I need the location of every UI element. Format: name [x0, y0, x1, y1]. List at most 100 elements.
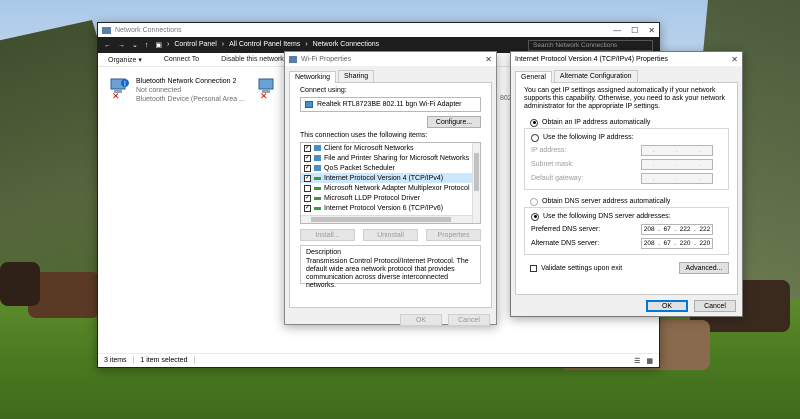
checkbox[interactable] [304, 184, 311, 192]
connection-status: Not connected [136, 87, 182, 94]
large-icons-view-icon[interactable]: ▦ [646, 357, 653, 365]
bluetooth-network-icon: ᛒ ✕ [108, 77, 130, 102]
default-gateway-input[interactable]: ... [641, 172, 713, 184]
intro-text: You can get IP settings assigned automat… [524, 87, 726, 110]
list-item[interactable]: ✕ [256, 77, 278, 102]
list-item[interactable]: ✓ Internet Protocol Version 6 (TCP/IPv6) [301, 203, 480, 213]
breadcrumb[interactable]: ▣ › Control Panel › All Control Panel It… [155, 41, 379, 49]
obtain-dns-option[interactable]: Obtain DNS server address automatically [530, 196, 729, 207]
connect-using-label: Connect using: [300, 87, 347, 94]
ok-button[interactable]: OK [400, 314, 442, 326]
general-panel: You can get IP settings assigned automat… [515, 82, 738, 295]
maximize-icon[interactable]: ☐ [631, 26, 638, 35]
cancel-button[interactable]: Cancel [694, 300, 736, 312]
list-item[interactable]: ✓ QoS Packet Scheduler [301, 163, 480, 173]
minimize-icon[interactable]: — [613, 26, 621, 35]
description-title: Description [306, 249, 342, 256]
protocol-icon [314, 176, 321, 180]
obtain-ip-option[interactable]: Obtain an IP address automatically [530, 117, 729, 128]
radio-button[interactable] [530, 197, 538, 206]
configure-button[interactable]: Configure... [427, 116, 481, 128]
install-button[interactable]: Install... [300, 229, 355, 241]
selection-count: 1 item selected [140, 357, 188, 364]
vertical-scrollbar[interactable] [472, 143, 480, 223]
tab-alternate-configuration[interactable]: Alternate Configuration [553, 70, 638, 82]
components-list: ✓ Client for Microsoft Networks ✓ File and… [300, 142, 481, 224]
title-bar: Internet Protocol Version 4 (TCP/IPv4) P… [511, 52, 742, 66]
checkbox[interactable]: ✓ [304, 154, 311, 162]
items-label: This connection uses the following items… [300, 132, 428, 139]
back-arrow-icon[interactable]: ← [104, 42, 111, 49]
recent-chevron-icon[interactable]: ⌄ [132, 41, 138, 49]
ip-address-input[interactable]: ... [641, 144, 713, 156]
tab-strip: General Alternate Configuration [511, 66, 742, 83]
dialog-title: Internet Protocol Version 4 (TCP/IPv4) P… [515, 55, 668, 63]
tab-general[interactable]: General [515, 71, 552, 83]
list-item[interactable]: ✓ Internet Protocol Version 4 (TCP/IPv4) [301, 173, 480, 183]
folder-icon: ▣ [155, 42, 162, 49]
properties-button[interactable]: Properties [426, 229, 481, 241]
close-icon[interactable]: ✕ [648, 26, 655, 35]
list-item[interactable]: ✓ File and Printer Sharing for Microsoft … [301, 153, 480, 163]
default-gateway-label: Default gateway: [531, 174, 584, 182]
validate-option[interactable]: Validate settings upon exit [530, 263, 622, 274]
close-icon[interactable]: ✕ [731, 55, 738, 64]
alternate-dns-input[interactable]: 208. 67. 220. 220 [641, 237, 713, 249]
list-item[interactable]: ᛒ ✕ Bluetooth Network Connection 2 Not c… [108, 77, 245, 104]
title-bar: Network Connections — ☐ ✕ [98, 23, 659, 37]
svg-text:✕: ✕ [112, 92, 120, 99]
protocol-icon [314, 206, 321, 210]
alternate-dns-label: Alternate DNS server: [531, 239, 600, 247]
checkbox[interactable]: ✓ [304, 174, 311, 182]
details-view-icon[interactable]: ☰ [634, 357, 640, 365]
connection-device: Bluetooth Device (Personal Area ... [136, 96, 245, 103]
wifi-properties-dialog: Wi-Fi Properties ✕ Networking Sharing Co… [284, 51, 497, 326]
radio-button[interactable] [531, 212, 539, 221]
ip-address-group: Use the following IP address: IP address… [524, 128, 729, 190]
svg-text:ᛒ: ᛒ [123, 81, 127, 88]
subnet-mask-input[interactable]: ... [641, 158, 713, 170]
item-count: 3 items [104, 357, 127, 364]
disable-network-button[interactable]: Disable this network d [221, 56, 289, 63]
tab-networking[interactable]: Networking [289, 71, 337, 83]
checkbox[interactable]: ✓ [304, 144, 311, 152]
ok-button[interactable]: OK [646, 300, 688, 312]
horizontal-scrollbar[interactable] [301, 215, 472, 223]
list-item[interactable]: Microsoft Network Adapter Multiplexor Pr… [301, 183, 480, 193]
protocol-icon [314, 196, 321, 200]
checkbox[interactable]: ✓ [304, 204, 311, 212]
cow-image [0, 262, 40, 306]
radio-button[interactable] [531, 133, 539, 142]
checkbox[interactable]: ✓ [304, 194, 311, 202]
search-input[interactable]: Search Network Connections [528, 39, 653, 51]
organize-menu[interactable]: Organize ▾ [108, 56, 142, 64]
checkbox[interactable]: ✓ [304, 164, 311, 172]
breadcrumb-item[interactable]: Network Connections [313, 41, 380, 49]
forward-arrow-icon[interactable]: → [118, 42, 125, 49]
adapter-field: Realtek RTL8723BE 802.11 bgn Wi-Fi Adapt… [300, 97, 481, 112]
svg-text:✕: ✕ [260, 92, 268, 99]
service-icon [314, 155, 321, 161]
validate-checkbox[interactable] [530, 264, 537, 272]
use-ip-option[interactable]: Use the following IP address: [531, 132, 722, 143]
dialog-title: Wi-Fi Properties [301, 55, 352, 63]
tab-sharing[interactable]: Sharing [338, 70, 375, 82]
breadcrumb-item[interactable]: All Control Panel Items [229, 41, 300, 49]
use-dns-option[interactable]: Use the following DNS server addresses: [531, 211, 722, 222]
description-box: Description Transmission Control Protoco… [300, 245, 481, 289]
advanced-button[interactable]: Advanced... [679, 262, 729, 274]
networking-panel: Connect using: Realtek RTL8723BE 802.11 … [289, 82, 492, 308]
wifi-icon [289, 55, 297, 63]
uninstall-button[interactable]: Uninstall [363, 229, 418, 241]
preferred-dns-input[interactable]: 208. 67. 222. 222 [641, 223, 713, 235]
radio-button[interactable] [530, 118, 538, 127]
tab-strip: Networking Sharing [285, 66, 496, 83]
list-item[interactable]: ✓ Client for Microsoft Networks [301, 143, 480, 153]
connect-to-button[interactable]: Connect To [164, 56, 199, 63]
cancel-button[interactable]: Cancel [448, 314, 490, 326]
up-arrow-icon[interactable]: ↑ [145, 42, 149, 49]
list-item[interactable]: ✓ Microsoft LLDP Protocol Driver [301, 193, 480, 203]
close-icon[interactable]: ✕ [485, 55, 492, 64]
breadcrumb-item[interactable]: Control Panel [174, 41, 216, 49]
preferred-dns-label: Preferred DNS server: [531, 225, 601, 233]
